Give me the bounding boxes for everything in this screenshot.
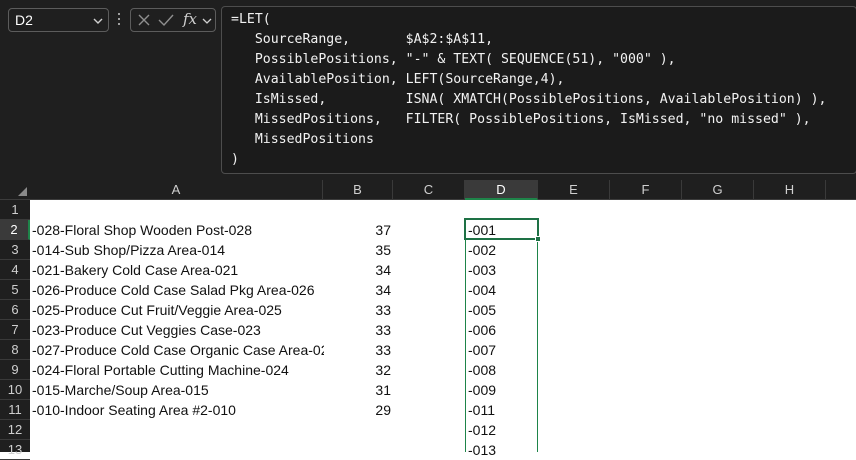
cell-b11[interactable]: 29 [323,400,391,420]
cell-b2[interactable]: 37 [323,220,391,240]
row-header-3[interactable]: 3 [0,240,30,260]
column-header-a[interactable]: A [30,180,323,200]
cell-a3[interactable]: -014-Sub Shop/Pizza Area-014 [31,240,324,260]
column-header-b[interactable]: B [323,180,393,200]
column-header-c[interactable]: C [393,180,465,200]
row-header-10[interactable]: 10 [0,380,30,400]
cancel-icon[interactable] [137,13,151,27]
cell-a2[interactable]: -028-Floral Shop Wooden Post-028 [31,220,324,240]
row-header-2[interactable]: 2 [0,220,30,240]
cell-a5[interactable]: -026-Produce Cold Case Salad Pkg Area-02… [31,280,324,300]
column-header-g[interactable]: G [682,180,754,200]
column-header-h[interactable]: H [754,180,826,200]
row-header-5[interactable]: 5 [0,280,30,300]
row-header-4[interactable]: 4 [0,260,30,280]
cell-a9[interactable]: -024-Floral Portable Cutting Machine-024 [31,360,324,380]
row-header-6[interactable]: 6 [0,300,30,320]
column-header-d[interactable]: D [465,180,538,200]
chevron-down-icon[interactable] [202,16,212,26]
row-header-11[interactable]: 11 [0,400,30,420]
cell-a8[interactable]: -027-Produce Cold Case Organic Case Area… [31,340,324,360]
cell-b9[interactable]: 32 [323,360,391,380]
row-headers: 1 2 3 4 5 6 7 8 9 10 11 12 13 [0,200,30,460]
row-header-7[interactable]: 7 [0,320,30,340]
chevron-down-icon [93,18,103,24]
formula-bar: D2 fx =LET( SourceRange, $A$2:$A$11, Pos… [0,0,856,180]
cell-a6[interactable]: -025-Produce Cut Fruit/Veggie Area-025 [31,300,324,320]
name-box-value: D2 [15,12,33,28]
row-header-12[interactable]: 12 [0,420,30,440]
cell-b10[interactable]: 31 [323,380,391,400]
select-all-corner[interactable] [0,180,30,200]
cell-b7[interactable]: 33 [323,320,391,340]
cell-b5[interactable]: 34 [323,280,391,300]
row-header-9[interactable]: 9 [0,360,30,380]
spill-range-border [465,218,538,452]
column-header-f[interactable]: F [610,180,682,200]
enter-checkmark-icon[interactable] [158,13,174,27]
insert-function-icon[interactable]: fx [183,10,197,28]
cell-a11[interactable]: -010-Indoor Seating Area #2-010 [31,400,324,420]
row-header-13[interactable]: 13 [0,440,30,460]
cell-a10[interactable]: -015-Marche/Soup Area-015 [31,380,324,400]
row-header-8[interactable]: 8 [0,340,30,360]
formula-input[interactable]: =LET( SourceRange, $A$2:$A$11, PossibleP… [221,6,856,174]
cell-a7[interactable]: -023-Produce Cut Veggies Case-023 [31,320,324,340]
column-header-e[interactable]: E [538,180,610,200]
name-box[interactable]: D2 [8,8,109,32]
formula-buttons: fx [130,8,216,32]
formula-text: =LET( SourceRange, $A$2:$A$11, PossibleP… [231,12,827,167]
active-cell-d2[interactable] [464,218,539,240]
fill-handle[interactable] [535,236,541,242]
column-headers: ABCDEFGH [0,180,856,200]
cell-b8[interactable]: 33 [323,340,391,360]
row-header-1[interactable]: 1 [0,200,30,220]
cell-b3[interactable]: 35 [323,240,391,260]
cell-a4[interactable]: -021-Bakery Cold Case Area-021 [31,260,324,280]
worksheet-grid: ABCDEFGH 1 2 3 4 5 6 7 8 9 10 11 12 13 -028-Floral S… [0,180,856,460]
cell-b6[interactable]: 33 [323,300,391,320]
cell-b4[interactable]: 34 [323,260,391,280]
more-options-icon[interactable] [116,10,122,30]
